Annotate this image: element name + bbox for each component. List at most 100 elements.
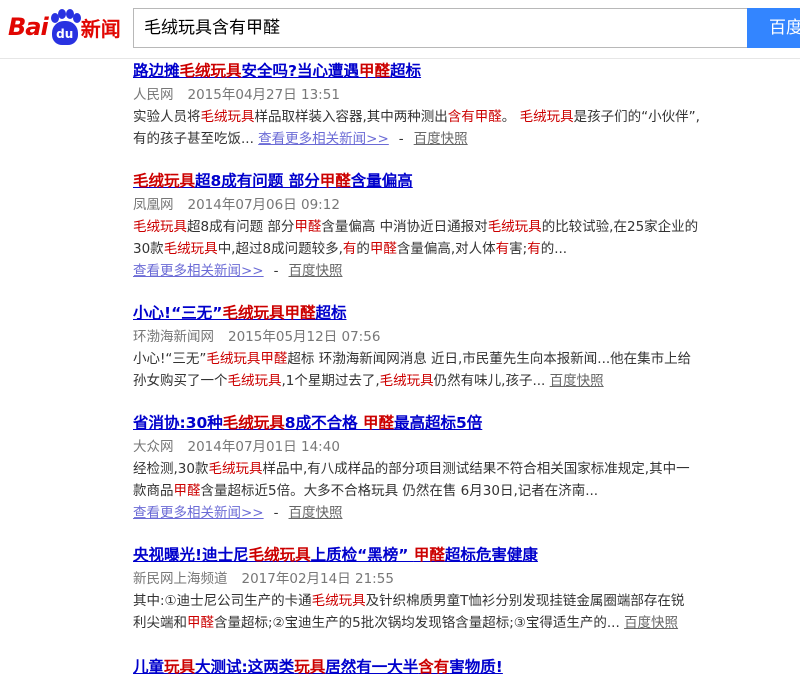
- result-abstract: 小心!“三无”毛绒玩具甲醛超标 环渤海新闻网消息 近日,市民董先生向本报新闻..…: [133, 348, 773, 392]
- result-title-link[interactable]: 毛绒玩具超8成有问题 部分甲醛含量偏高: [133, 170, 773, 192]
- cache-link[interactable]: 百度快照: [624, 615, 678, 631]
- search-input[interactable]: 毛绒玩具含有甲醛: [133, 8, 747, 48]
- abstract-text-segment: 含量偏高 中消协近日通报对: [321, 219, 488, 235]
- abstract-text-segment: 30款: [133, 241, 164, 257]
- title-keyword-highlight: 甲醛: [319, 172, 351, 190]
- abstract-text-segment: 超标 环渤海新闻网消息 近日,市民董先生向本报新闻...他在集市上给: [287, 351, 692, 367]
- abstract-line: 小心!“三无”毛绒玩具甲醛超标 环渤海新闻网消息 近日,市民董先生向本报新闻..…: [133, 348, 773, 370]
- title-text-segment: 超标: [315, 304, 347, 322]
- cache-link[interactable]: 百度快照: [289, 263, 343, 279]
- abstract-text-segment: 是孩子们的“小伙伴”,: [573, 109, 700, 125]
- result-meta: 新民网上海频道 2017年02月14日 21:55: [133, 568, 773, 590]
- abstract-text-segment: 利尖端和: [133, 615, 187, 631]
- title-keyword-highlight: 甲醛: [359, 62, 391, 80]
- abstract-text-segment: 其中:①迪士尼公司生产的卡通: [133, 593, 312, 609]
- abstract-keyword-highlight: 毛绒玩具: [519, 109, 574, 125]
- result-meta: 大众网 2014年07月01日 14:40: [133, 436, 773, 458]
- abstract-keyword-highlight: 甲醛: [187, 615, 214, 631]
- abstract-text-segment: ,1个星期过去了,: [281, 373, 380, 389]
- title-text-segment: 央视曝光!迪士尼: [133, 546, 249, 564]
- title-text-segment: 上质检“黑榜”: [310, 546, 414, 564]
- cache-link[interactable]: 百度快照: [414, 131, 468, 147]
- result-source: 凤凰网: [133, 197, 174, 213]
- more-news-link[interactable]: 查看更多相关新闻>>: [133, 263, 264, 279]
- title-text-segment: 害物质!: [449, 658, 503, 676]
- abstract-keyword-highlight: 甲醛: [294, 219, 322, 235]
- title-text-segment: 小心!“三无”: [133, 304, 223, 322]
- more-news-link[interactable]: 查看更多相关新闻>>: [258, 131, 389, 147]
- result-date: 2014年07月06日 09:12: [187, 197, 340, 213]
- title-keyword-highlight: 玩具: [294, 658, 326, 676]
- abstract-text-segment: 含量超标近5倍。大多不合格玩具 仍然在售 6月30日,记者在济南...: [200, 483, 599, 499]
- result-meta: 凤凰网 2014年07月06日 09:12: [133, 194, 773, 216]
- title-text-segment: 8成不合格: [284, 414, 363, 432]
- logo-du-text: du: [51, 21, 78, 45]
- result-date: 2017年02月14日 21:55: [241, 571, 394, 587]
- abstract-keyword-highlight: 有: [527, 241, 541, 257]
- title-keyword-highlight: 含有: [418, 658, 450, 676]
- result-source: 新民网上海频道: [133, 571, 228, 587]
- result-date: 2015年05月12日 07:56: [228, 329, 381, 345]
- abstract-keyword-highlight: 甲醛: [173, 483, 201, 499]
- title-keyword-highlight: 玩具: [164, 658, 196, 676]
- result-source: 环渤海新闻网: [133, 329, 214, 345]
- link-separator: -: [273, 505, 279, 521]
- result-title-link[interactable]: 央视曝光!迪士尼毛绒玩具上质检“黑榜” 甲醛超标危害健康: [133, 544, 773, 566]
- logo-bai-text: Bai: [8, 13, 49, 41]
- abstract-text-segment: 中,超过8成问题较多,: [217, 241, 343, 257]
- result-title-link[interactable]: 路边摊毛绒玩具安全吗?当心遭遇甲醛超标: [133, 60, 773, 82]
- title-text-segment: 最高超标5倍: [394, 414, 483, 432]
- abstract-text-segment: 超8成有问题 部分: [187, 219, 295, 235]
- abstract-keyword-highlight: 甲醛: [369, 241, 397, 257]
- abstract-text-segment: 。: [501, 109, 520, 125]
- result-source: 大众网: [133, 439, 174, 455]
- abstract-keyword-highlight: 毛绒玩具: [379, 373, 434, 389]
- title-keyword-highlight: 毛绒玩具甲醛: [222, 304, 316, 322]
- result-abstract: 毛绒玩具超8成有问题 部分甲醛含量偏高 中消协近日通报对毛绒玩具的比较试验,在2…: [133, 216, 773, 260]
- result-links: 查看更多相关新闻>> - 百度快照: [133, 502, 773, 524]
- result-date: 2015年04月27日 13:51: [187, 87, 340, 103]
- abstract-line: 孙女购买了一个毛绒玩具,1个星期过去了,毛绒玩具仍然有味儿,孩子... 百度快照: [133, 370, 773, 392]
- result-abstract: 其中:①迪士尼公司生产的卡通毛绒玩具及针织棉质男童T恤衫分别发现挂链金属圈端部存…: [133, 590, 773, 634]
- result-abstract: 实验人员将毛绒玩具样品取样装入容器,其中两种测出含有甲醛。 毛绒玩具是孩子们的“…: [133, 106, 773, 150]
- result-item: 小心!“三无”毛绒玩具甲醛超标 环渤海新闻网 2015年05月12日 07:56 …: [133, 302, 773, 392]
- result-item: 省消协:30种毛绒玩具8成不合格 甲醛最高超标5倍 大众网 2014年07月01日…: [133, 412, 773, 524]
- abstract-keyword-highlight: 毛绒玩具: [487, 219, 542, 235]
- result-links: 查看更多相关新闻>> - 百度快照: [133, 260, 773, 282]
- logo-news-text: 新闻: [80, 16, 121, 41]
- abstract-keyword-highlight: 毛绒玩具: [227, 373, 282, 389]
- cache-link[interactable]: 百度快照: [289, 505, 343, 521]
- title-text-segment: 含量偏高: [350, 172, 413, 190]
- cache-link[interactable]: 百度快照: [550, 373, 604, 389]
- result-meta: 环渤海新闻网 2015年05月12日 07:56: [133, 326, 773, 348]
- abstract-text-segment: 的: [356, 241, 370, 257]
- baidu-news-logo[interactable]: Bai du 新闻: [8, 5, 121, 49]
- abstract-line: 其中:①迪士尼公司生产的卡通毛绒玩具及针织棉质男童T恤衫分别发现挂链金属圈端部存…: [133, 590, 773, 612]
- abstract-text-segment: 及针织棉质男童T恤衫分别发现挂链金属圈端部存在锐: [365, 593, 685, 609]
- abstract-line: 款商品甲醛含量超标近5倍。大多不合格玩具 仍然在售 6月30日,记者在济南...: [133, 480, 773, 502]
- abstract-text-segment: 孙女购买了一个: [133, 373, 228, 389]
- abstract-text-segment: 经检测,30款: [133, 461, 209, 477]
- abstract-line: 实验人员将毛绒玩具样品取样装入容器,其中两种测出含有甲醛。 毛绒玩具是孩子们的“…: [133, 106, 773, 128]
- title-text-segment: 超8成有问题 部分: [195, 172, 320, 190]
- abstract-text-segment: 款商品: [133, 483, 174, 499]
- abstract-keyword-highlight: 毛绒玩具: [163, 241, 218, 257]
- more-news-link[interactable]: 查看更多相关新闻>>: [133, 505, 264, 521]
- abstract-keyword-highlight: 有: [342, 241, 357, 257]
- result-title-link[interactable]: 小心!“三无”毛绒玩具甲醛超标: [133, 302, 773, 324]
- paw-icon: du: [49, 9, 81, 45]
- abstract-line: 经检测,30款毛绒玩具样品中,有八成样品的部分项目测试结果不符合相关国家标准规定…: [133, 458, 773, 480]
- abstract-text-segment: 的...: [540, 241, 568, 257]
- title-text-segment: 大测试:这两类: [195, 658, 295, 676]
- abstract-line: 有的孩子甚至吃饭... 查看更多相关新闻>> - 百度快照: [133, 128, 773, 150]
- abstract-text-segment: 含量超标;②宝迪生产的5批次锅均发现铬含量超标;③宝得适生产的...: [214, 615, 625, 631]
- title-keyword-highlight: 毛绒玩具: [179, 62, 242, 80]
- abstract-line: 30款毛绒玩具中,超过8成问题较多,有的甲醛含量偏高,对人体有害;有的...: [133, 238, 773, 260]
- abstract-text-segment: 实验人员将: [133, 109, 201, 125]
- abstract-keyword-highlight: 毛绒玩具: [133, 219, 187, 235]
- search-button[interactable]: 百度: [747, 8, 800, 48]
- result-title-link[interactable]: 儿童玩具大测试:这两类玩具居然有一大半含有害物质!: [133, 656, 773, 678]
- result-title-link[interactable]: 省消协:30种毛绒玩具8成不合格 甲醛最高超标5倍: [133, 412, 773, 434]
- result-source: 人民网: [133, 87, 174, 103]
- title-text-segment: 居然有一大半: [325, 658, 419, 676]
